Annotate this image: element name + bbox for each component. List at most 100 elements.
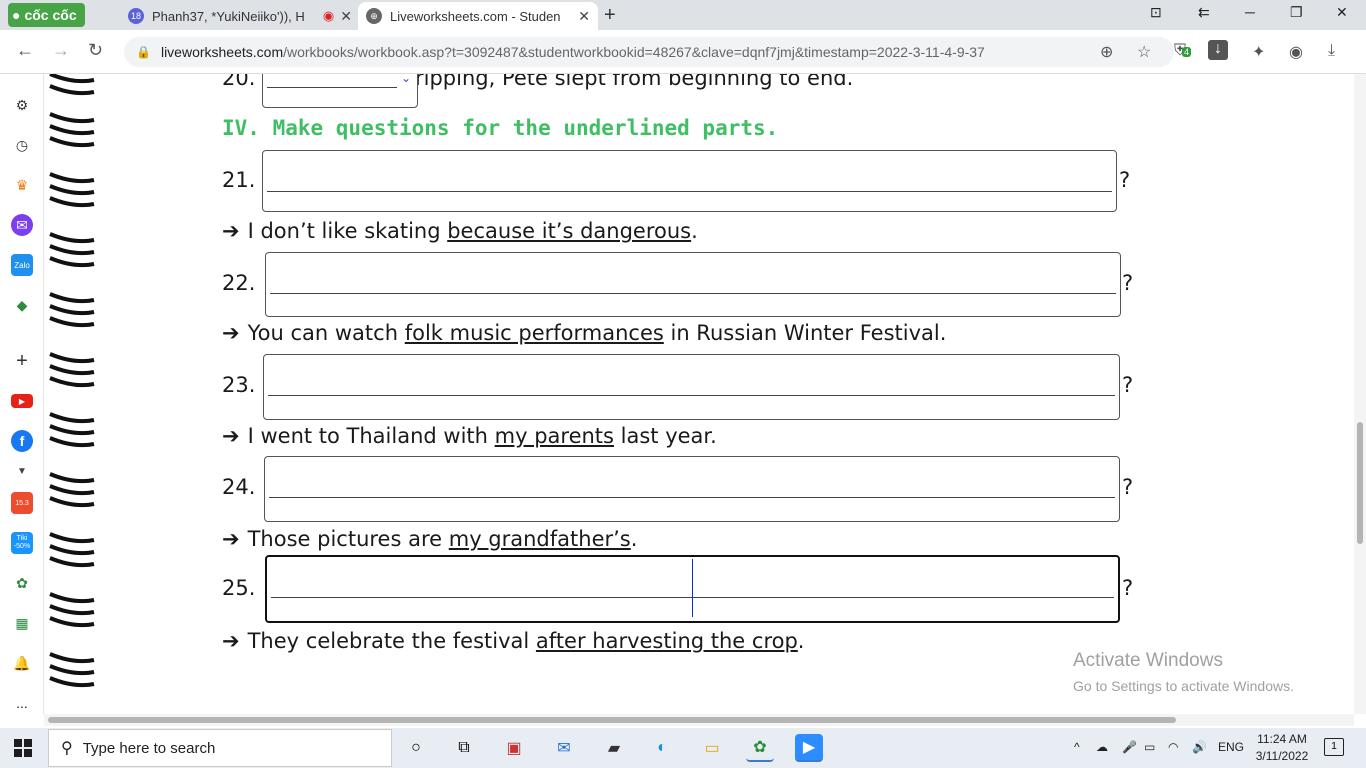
close-window-button[interactable]: ✕ bbox=[1336, 4, 1348, 21]
hint-text: . bbox=[797, 629, 805, 653]
coccoc-taskbar-icon[interactable]: ✿ bbox=[746, 734, 774, 762]
zalo-icon[interactable]: Zalo bbox=[11, 254, 33, 276]
clock-time: 11:24 AM bbox=[1257, 732, 1307, 746]
tiki-icon[interactable]: Tiki -50% bbox=[11, 532, 33, 554]
tab-liveworksheets[interactable]: ⊕ Liveworksheets.com - Studen ✕ bbox=[358, 2, 598, 30]
wifi-icon[interactable]: ◠ bbox=[1168, 740, 1178, 754]
arrow-right-icon: ➔ bbox=[222, 424, 240, 448]
facebook-icon[interactable]: f bbox=[11, 430, 33, 452]
gear-icon[interactable]: ⚙ bbox=[11, 94, 33, 116]
download-arrow-icon[interactable]: ↓ bbox=[1208, 40, 1228, 60]
bell-icon[interactable]: 🔔 bbox=[11, 652, 33, 674]
add-icon[interactable]: + bbox=[11, 350, 33, 372]
language-indicator[interactable]: ENG bbox=[1218, 740, 1244, 754]
arrow-right-icon: ➔ bbox=[222, 629, 240, 653]
coccoc-logo-icon: ● bbox=[12, 7, 21, 23]
decorative-border-strip bbox=[44, 72, 104, 714]
activate-windows-watermark: Activate Windows Go to Settings to activ… bbox=[1073, 650, 1294, 694]
notification-center-icon[interactable]: 1 bbox=[1324, 738, 1344, 756]
question-20-dropdown[interactable]: ⌄ bbox=[262, 74, 418, 108]
search-placeholder: Type here to search bbox=[82, 739, 216, 757]
url-path: /workbooks/workbook.asp?t=3092487&studen… bbox=[283, 44, 985, 60]
question-number: 25. bbox=[222, 576, 256, 600]
hint-text: . bbox=[630, 527, 638, 551]
hint-text: last year. bbox=[613, 424, 717, 448]
sheet-icon[interactable]: ▦ bbox=[11, 612, 33, 634]
chevron-up-icon[interactable]: ^ bbox=[1074, 740, 1080, 754]
watermark-subtitle: Go to Settings to activate Windows. bbox=[1073, 678, 1294, 694]
battery-icon[interactable]: ▭ bbox=[1144, 740, 1155, 754]
search-icon: ⚲ bbox=[61, 740, 73, 757]
extension-shield-icon[interactable]: ⛨4 bbox=[1174, 42, 1192, 60]
coccoc-game-icon[interactable]: ✿ bbox=[11, 572, 33, 594]
tab-title: Liveworksheets.com - Studen bbox=[390, 8, 561, 24]
more-icon[interactable]: ... bbox=[11, 692, 33, 714]
file-explorer-icon[interactable]: ▭ bbox=[698, 734, 726, 762]
tab-favicon-icon: 18 bbox=[128, 8, 144, 24]
answer-input-24[interactable] bbox=[264, 456, 1120, 522]
forward-button[interactable]: → bbox=[52, 40, 70, 61]
tab-phanh37[interactable]: 18 Phanh37, *YukiNeiiko')), H ◉ ✕ bbox=[120, 2, 360, 30]
vertical-scrollbar[interactable] bbox=[1354, 74, 1366, 714]
zoom-icon[interactable]: ⊕ bbox=[1100, 42, 1113, 62]
windows-start-icon[interactable] bbox=[14, 739, 32, 757]
minimize-button[interactable]: ─ bbox=[1245, 4, 1255, 20]
task-view-icon[interactable]: ⧉ bbox=[450, 734, 478, 762]
windows-taskbar: ⚲ Type here to search ○ ⧉ ▣ ✉ ▰ ◐ ▭ ✿ ▶ … bbox=[0, 728, 1366, 768]
clock-date: 3/11/2022 bbox=[1255, 749, 1309, 763]
history-icon[interactable]: ◷ bbox=[11, 134, 33, 156]
answer-rule bbox=[268, 395, 1115, 396]
profile-avatar-icon[interactable]: ◉ bbox=[1289, 42, 1303, 62]
new-tab-button[interactable]: + bbox=[604, 4, 616, 27]
shopee-icon[interactable]: 15.3 bbox=[11, 492, 33, 514]
coccoc-menu-button[interactable]: ● cốc cốc bbox=[8, 3, 85, 27]
answer-rule bbox=[267, 87, 397, 88]
horizontal-scrollbar[interactable] bbox=[44, 714, 1354, 726]
crown-icon[interactable]: ♛ bbox=[11, 174, 33, 196]
back-button[interactable]: ← bbox=[16, 40, 34, 61]
tab-search-icon[interactable]: ⊡ bbox=[1150, 4, 1162, 21]
store-icon[interactable]: ▣ bbox=[500, 734, 528, 762]
extensions-puzzle-icon[interactable]: ✦ bbox=[1252, 42, 1265, 62]
address-bar[interactable]: 🔒 liveworksheets.com/workbooks/workbook.… bbox=[124, 37, 1174, 67]
maximize-button[interactable]: ❐ bbox=[1290, 4, 1303, 21]
taskbar-search-box[interactable]: ⚲ Type here to search bbox=[48, 729, 392, 767]
answer-input-25[interactable] bbox=[265, 555, 1120, 623]
answer-rule bbox=[269, 497, 1115, 498]
hint-sentence-23: ➔ I went to Thailand with my parents last… bbox=[222, 424, 717, 448]
youtube-icon[interactable]: ▶ bbox=[11, 394, 33, 408]
hint-underlined-text: because it’s dangerous bbox=[447, 219, 692, 243]
reload-button[interactable]: ↻ bbox=[88, 40, 103, 61]
sidebar-toggle-icon[interactable]: ⇇ bbox=[1198, 4, 1210, 21]
scrollbar-thumb[interactable] bbox=[1357, 422, 1363, 544]
tab-close-icon[interactable]: ✕ bbox=[578, 8, 590, 25]
sticky-notes-icon[interactable]: ▰ bbox=[600, 734, 628, 762]
url-host: liveworksheets.com bbox=[160, 44, 284, 60]
edge-icon[interactable]: ◐ bbox=[648, 734, 676, 762]
hint-sentence-21: ➔ I don’t like skating because it’s dange… bbox=[222, 219, 698, 243]
tab-close-icon[interactable]: ✕ bbox=[340, 8, 352, 25]
arrow-right-icon: ➔ bbox=[222, 219, 240, 243]
hint-text: . bbox=[691, 219, 698, 243]
coccoc-sidebar: ⚙ ◷ ♛ ✉ Zalo ◆ + ▶ f ▼ 15.3 Tiki -50% ✿ … bbox=[0, 74, 44, 714]
extension-badge: 4 bbox=[1182, 47, 1192, 57]
browser-toolbar: ← → ↻ 🔒 liveworksheets.com/workbooks/wor… bbox=[0, 30, 1366, 74]
brand-label: cốc cốc bbox=[24, 7, 77, 23]
answer-input-23[interactable] bbox=[263, 354, 1120, 420]
mail-icon[interactable]: ✉ bbox=[550, 734, 578, 762]
gamepad-icon[interactable]: ◆ bbox=[11, 294, 33, 316]
onedrive-icon[interactable]: ☁ bbox=[1096, 740, 1108, 754]
zoom-app-icon[interactable]: ▶ bbox=[795, 734, 823, 762]
chevron-down-icon[interactable]: ▼ bbox=[11, 460, 33, 482]
answer-input-22[interactable] bbox=[265, 252, 1121, 317]
question-number: 21. bbox=[222, 168, 256, 192]
bookmark-star-icon[interactable]: ☆ bbox=[1137, 42, 1151, 62]
cortana-icon[interactable]: ○ bbox=[402, 734, 430, 762]
taskbar-clock[interactable]: 11:24 AM 3/11/2022 bbox=[1248, 731, 1316, 765]
downloads-icon[interactable]: ⤓ bbox=[1328, 42, 1335, 60]
volume-icon[interactable]: 🔊 bbox=[1192, 740, 1207, 754]
microphone-icon[interactable]: 🎤 bbox=[1122, 740, 1137, 754]
scrollbar-thumb[interactable] bbox=[48, 717, 1176, 723]
messenger-icon[interactable]: ✉ bbox=[11, 214, 33, 236]
answer-input-21[interactable] bbox=[262, 150, 1117, 212]
